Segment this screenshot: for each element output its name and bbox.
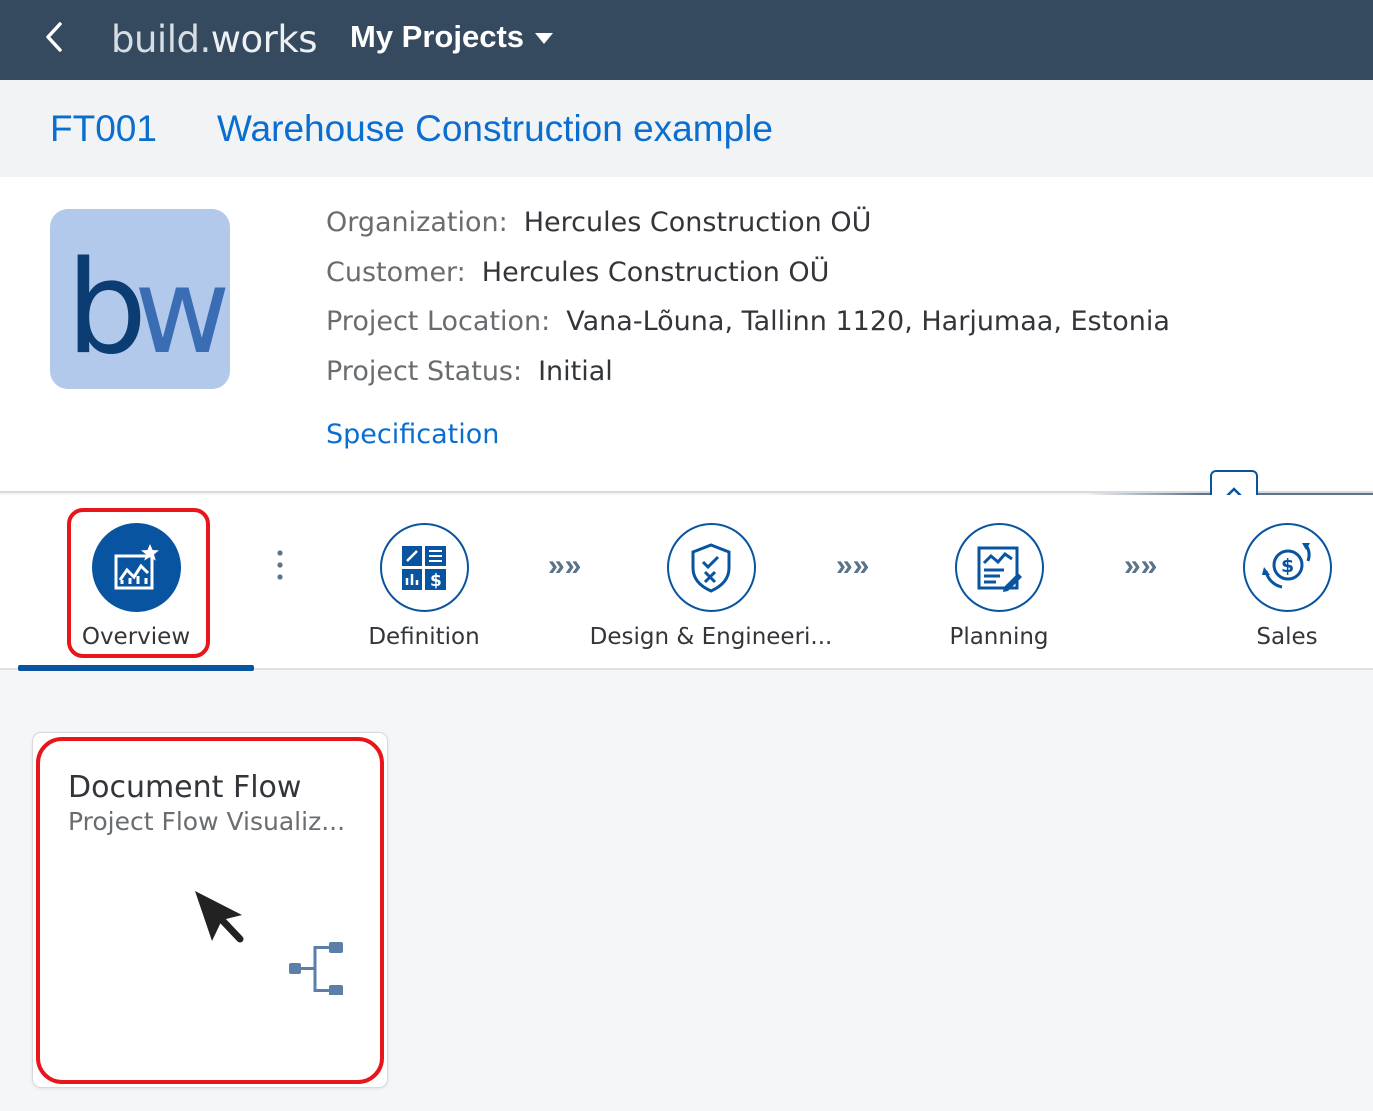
project-attributes: Organization: Hercules Construction OÜ C… (326, 207, 1170, 405)
nav-circle: $ (379, 523, 469, 612)
step-separator-icon: »» (548, 549, 582, 582)
specification-link[interactable]: Specification (326, 419, 499, 450)
nav-circle (954, 523, 1044, 612)
more-dots-icon[interactable] (270, 549, 290, 586)
back-arrow-icon (46, 22, 62, 52)
nav-item-definition[interactable]: $ Definition (294, 523, 554, 650)
brand-logo[interactable]: build.works (111, 18, 318, 61)
project-avatar: b w (50, 209, 230, 389)
app-title: My Projects (350, 19, 525, 54)
logo-b: b (66, 234, 141, 383)
nav-label: Definition (368, 624, 480, 650)
tile-title: Document Flow (68, 770, 302, 805)
mouse-pointer-icon (192, 889, 248, 954)
shell-bar: build.works My Projects (0, 0, 1373, 80)
planning-icon (977, 546, 1022, 592)
brand-name: build (111, 18, 200, 61)
sales-icon: $ (1262, 542, 1311, 588)
nav-item-design-engineering[interactable]: Design & Engineeri... (581, 523, 841, 650)
overview-chart-icon (114, 543, 159, 589)
step-separator-icon: »» (1124, 549, 1158, 582)
attr-value: Vana-Lõuna, Tallinn 1120, Harjumaa, Esto… (566, 306, 1170, 337)
brand-dot: . (199, 18, 211, 61)
svg-text:$: $ (1281, 555, 1294, 577)
attr-customer: Customer: Hercules Construction OÜ (326, 257, 1170, 307)
nav-label: Sales (1256, 624, 1318, 650)
bw-logo-icon: b w (66, 234, 230, 383)
attr-label: Organization: (326, 207, 508, 238)
nav-label: Overview (81, 624, 191, 650)
caret-down-icon (535, 33, 554, 44)
attr-value: Hercules Construction OÜ (481, 256, 830, 288)
process-navigation: Overview $ Definition »» Design & Engine… (0, 495, 1373, 671)
nav-item-planning[interactable]: Planning (869, 523, 1129, 650)
step-separator-icon: »» (836, 549, 870, 582)
object-header: b w Organization: Hercules Construction … (0, 177, 1373, 493)
active-tab-indicator (18, 665, 254, 671)
app-title-menu[interactable]: My Projects (350, 19, 554, 55)
nav-item-overview[interactable]: Overview (6, 523, 266, 650)
nav-circle (666, 523, 756, 612)
project-name: Warehouse Construction example (217, 108, 773, 149)
back-button[interactable] (36, 18, 76, 58)
attr-label: Customer: (326, 256, 466, 288)
flow-tree-icon (287, 939, 347, 1000)
nav-label: Planning (949, 624, 1049, 650)
project-id: FT001 (50, 108, 157, 149)
definition-icon: $ (402, 545, 446, 591)
brand-suffix: works (210, 18, 318, 61)
logo-w: w (134, 242, 227, 380)
attr-value: Hercules Construction OÜ (523, 207, 872, 238)
shield-check-icon (691, 542, 731, 593)
nav-circle (91, 523, 181, 612)
attr-status: Project Status: Initial (326, 356, 1170, 406)
attr-label: Project Status: (326, 355, 523, 387)
attr-label: Project Location: (326, 306, 551, 337)
nav-label: Design & Engineeri... (589, 624, 833, 650)
attr-organization: Organization: Hercules Construction OÜ (326, 207, 1170, 257)
attr-location: Project Location: Vana-Lõuna, Tallinn 11… (326, 306, 1170, 356)
nav-circle: $ (1242, 523, 1332, 612)
svg-text:$: $ (430, 571, 442, 591)
tile-subtitle: Project Flow Visualiz... (68, 807, 346, 836)
attr-value: Initial (538, 355, 613, 387)
nav-item-sales[interactable]: $ Sales (1157, 523, 1373, 650)
object-title-band: FT001 Warehouse Construction example (0, 80, 1373, 177)
